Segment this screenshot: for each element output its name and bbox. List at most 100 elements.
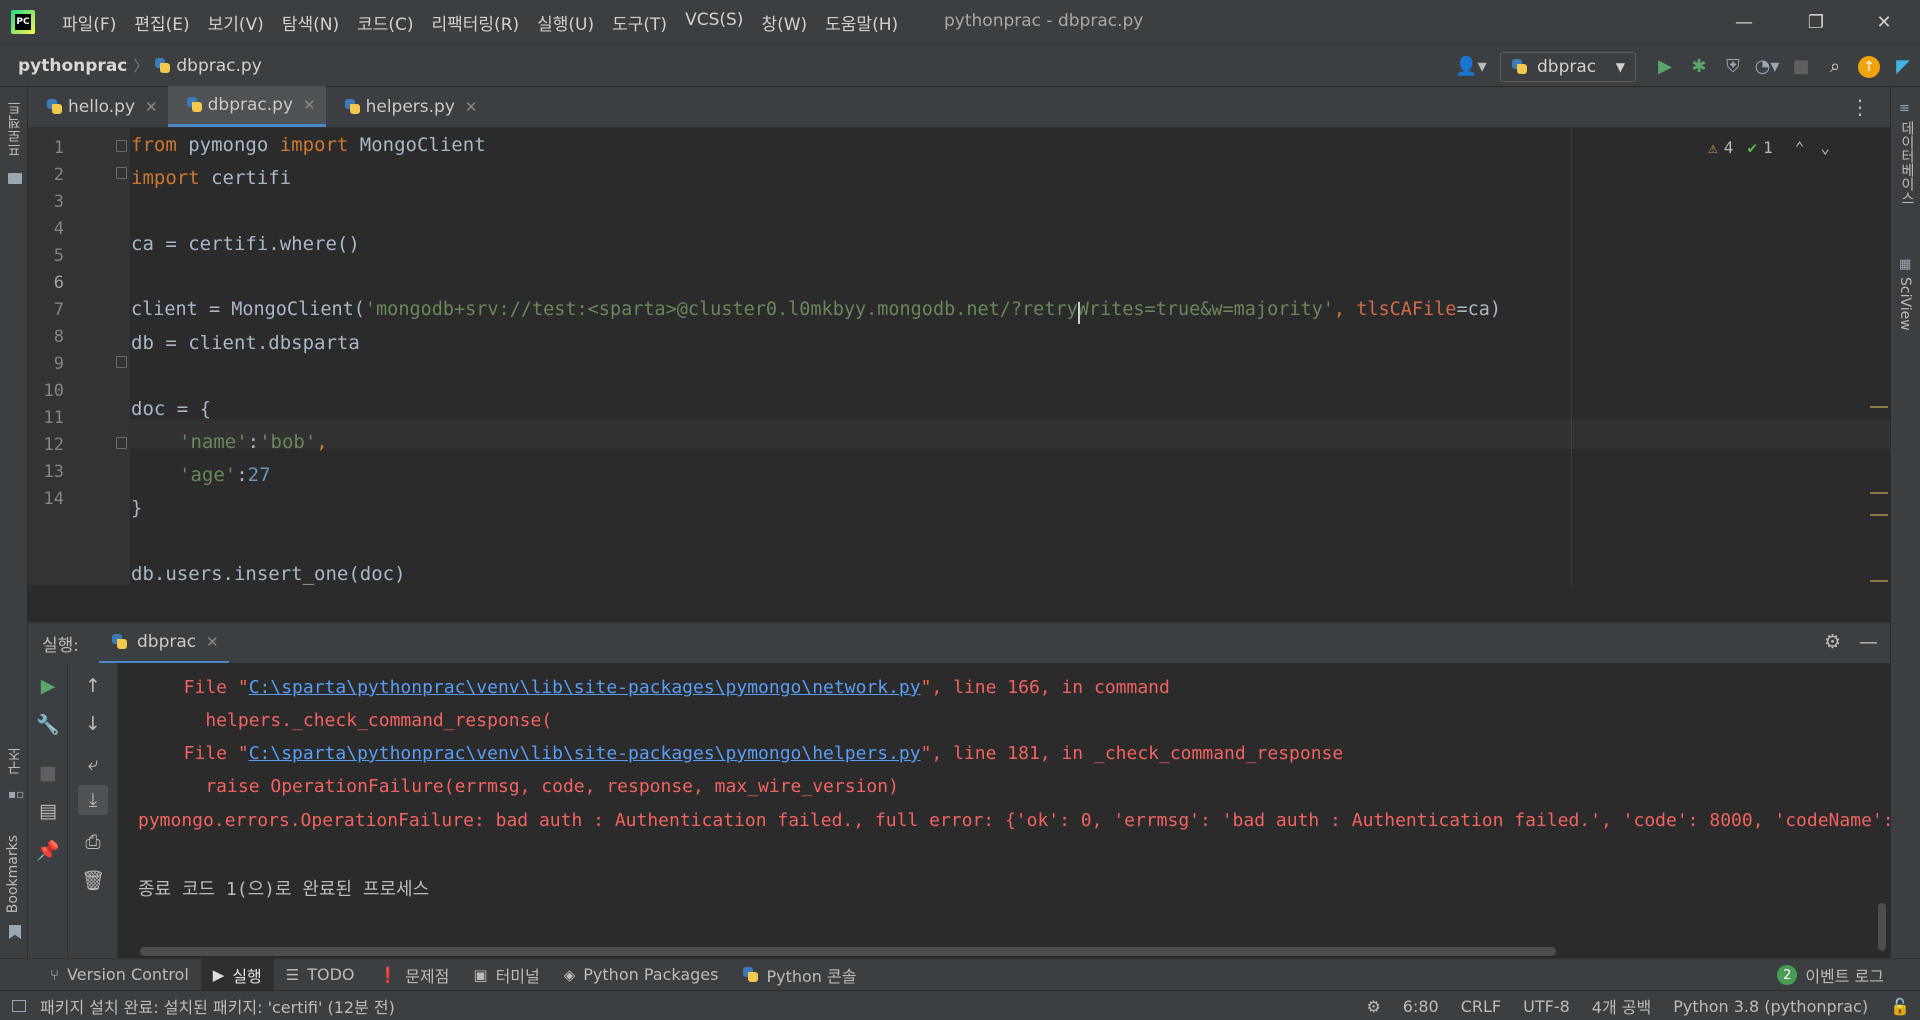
bookmark-icon: [9, 925, 21, 939]
up-arrow-icon[interactable]: ↑: [78, 671, 108, 701]
tab-helpers[interactable]: helpers.py ✕: [326, 86, 488, 127]
menu-tools[interactable]: 도구(T): [603, 10, 676, 35]
fold-marker-icon[interactable]: [116, 167, 127, 179]
print-icon[interactable]: ⎙: [78, 827, 108, 857]
close-tab-icon[interactable]: ✕: [465, 98, 478, 116]
menu-view[interactable]: 보기(V): [199, 10, 273, 35]
console-horizontal-scrollbar[interactable]: [140, 947, 1556, 956]
debug-icon[interactable]: ✱: [1682, 50, 1716, 84]
modify-run-config-icon[interactable]: 🔧: [33, 709, 63, 739]
console-line: helpers._check_command_response(: [162, 710, 553, 731]
user-account-icon[interactable]: 👤▾: [1454, 50, 1488, 84]
line-separator[interactable]: CRLF: [1461, 997, 1501, 1016]
code-line-9: doc = {: [131, 398, 212, 420]
file-encoding[interactable]: UTF-8: [1523, 997, 1570, 1016]
bookmarks-tool-button[interactable]: Bookmarks: [5, 835, 21, 913]
caret-position[interactable]: 6:80: [1403, 997, 1439, 1016]
menu-refactor[interactable]: 리팩터링(R): [423, 10, 529, 35]
close-window-button[interactable]: ✕: [1852, 0, 1916, 44]
trash-icon[interactable]: 🗑: [78, 865, 108, 895]
indent-setting[interactable]: 4개 공백: [1592, 994, 1651, 1018]
code-editor[interactable]: 1 2 3 4 5 6 7 8 9 10 11 12 13 14 from py…: [28, 128, 1890, 585]
background-tasks-icon[interactable]: ⚙: [1366, 997, 1380, 1016]
weak-warning-icon: ✔: [1747, 138, 1758, 157]
structure-tool-button[interactable]: 구조: [5, 747, 25, 775]
breadcrumb-file[interactable]: dbprac.py: [154, 56, 262, 76]
menu-edit[interactable]: 편집(E): [125, 10, 198, 35]
toolwindow-todo[interactable]: ☰ TODO: [274, 959, 367, 991]
traceback-link-network[interactable]: C:\sparta\pythonprac\venv\lib\site-packa…: [249, 677, 921, 698]
inspection-widget[interactable]: ⚠ 4 ✔ 1 ⌃ ⌄: [1708, 138, 1830, 157]
hide-panel-icon[interactable]: —: [1859, 631, 1878, 653]
more-options-icon[interactable]: ⋮: [1850, 95, 1870, 119]
profile-icon[interactable]: ◔▾: [1750, 50, 1784, 84]
previous-highlight-icon[interactable]: ⌃: [1795, 138, 1805, 157]
run-tab-dbprac[interactable]: dbprac ✕: [99, 622, 229, 664]
event-log-button[interactable]: 2 이벤트 로그: [1777, 959, 1884, 991]
search-icon[interactable]: ⌕: [1818, 50, 1852, 84]
status-message[interactable]: 패키지 설치 완료: 설치된 패키지: 'certifi' (12분 전): [12, 994, 395, 1018]
code-line-11: 'age':27: [179, 464, 271, 486]
close-tab-icon[interactable]: ✕: [206, 633, 219, 651]
run-icon[interactable]: ▶: [1648, 50, 1682, 84]
line-number: 6: [53, 273, 64, 293]
toolwindow-problems[interactable]: ❗ 문제점: [367, 959, 462, 991]
code-with-me-icon[interactable]: ◤: [1886, 50, 1920, 84]
console-line: raise OperationFailure(errmsg, code, res…: [162, 776, 899, 797]
fold-marker-icon[interactable]: [116, 356, 127, 368]
update-icon[interactable]: ↑: [1852, 50, 1886, 84]
stop-icon[interactable]: ■: [1784, 50, 1818, 84]
toolwindow-run[interactable]: ▶ 실행: [200, 958, 274, 991]
restore-button[interactable]: ❐: [1784, 0, 1848, 44]
menu-help[interactable]: 도움말(H): [816, 10, 907, 35]
structure-icon: ▪▫: [8, 787, 25, 801]
next-highlight-icon[interactable]: ⌄: [1820, 138, 1830, 157]
code-line-7: db = client.dbsparta: [131, 332, 360, 354]
tab-hello[interactable]: hello.py ✕: [28, 86, 168, 127]
menu-vcs[interactable]: VCS(S): [676, 10, 752, 35]
menu-run[interactable]: 실행(U): [528, 10, 603, 35]
toolwindow-python-console[interactable]: Python 콘솔: [730, 959, 868, 991]
line-number: 4: [53, 219, 64, 239]
menu-code[interactable]: 코드(C): [348, 10, 422, 35]
editor-scrollbar[interactable]: [1870, 168, 1890, 585]
menu-navigate[interactable]: 탐색(N): [273, 10, 348, 35]
toolwindow-terminal[interactable]: ▣ 터미널: [461, 959, 551, 991]
branch-icon: ⑂: [50, 965, 60, 984]
coverage-icon[interactable]: ⛨: [1716, 50, 1750, 84]
rerun-icon[interactable]: ▶: [33, 671, 63, 701]
database-tool-button[interactable]: 데이터베이스: [1897, 121, 1917, 205]
lock-icon[interactable]: 🔓: [1890, 997, 1910, 1016]
breadcrumb-project[interactable]: pythonprac: [18, 56, 127, 76]
toolwindow-python-packages[interactable]: ◈ Python Packages: [552, 959, 731, 991]
traceback-link-helpers[interactable]: C:\sparta\pythonprac\venv\lib\site-packa…: [249, 743, 921, 764]
project-tool-button[interactable]: 프로젝트: [5, 101, 25, 157]
sciview-icon: ▦: [1899, 257, 1912, 272]
down-arrow-icon[interactable]: ↓: [78, 709, 108, 739]
current-line-highlight: [130, 419, 1890, 449]
fold-marker-icon[interactable]: [116, 140, 127, 152]
stop-icon[interactable]: ■: [33, 758, 63, 788]
soft-wrap-icon[interactable]: ⤶: [78, 749, 108, 779]
sciview-tool-button[interactable]: SciView: [1897, 277, 1913, 331]
tab-dbprac[interactable]: dbprac.py ✕: [167, 86, 326, 127]
run-console[interactable]: File "C:\sparta\pythonprac\venv\lib\site…: [118, 663, 1890, 958]
menu-window[interactable]: 창(W): [752, 10, 816, 35]
run-configuration-select[interactable]: dbprac ▼: [1500, 51, 1636, 82]
python-interpreter[interactable]: Python 3.8 (pythonprac): [1673, 997, 1868, 1016]
close-tab-icon[interactable]: ✕: [145, 98, 158, 116]
scroll-marker: [1870, 580, 1888, 582]
minimize-button[interactable]: —: [1712, 0, 1776, 44]
toolwindow-version-control[interactable]: ⑂ Version Control: [38, 959, 201, 991]
fold-marker-icon[interactable]: [116, 437, 127, 449]
python-file-icon: [111, 633, 129, 651]
layout-icon[interactable]: ▤: [33, 796, 63, 826]
console-vertical-scrollbar[interactable]: [1878, 903, 1886, 951]
scroll-to-end-icon[interactable]: ⤓: [78, 785, 108, 815]
pin-tab-icon[interactable]: 📌: [33, 835, 63, 865]
run-label: 실행:: [42, 635, 80, 656]
window-toggle-icon[interactable]: [12, 999, 26, 1012]
menu-file[interactable]: 파일(F): [53, 10, 125, 35]
settings-gear-icon[interactable]: ⚙: [1824, 631, 1841, 653]
close-tab-icon[interactable]: ✕: [303, 96, 316, 114]
